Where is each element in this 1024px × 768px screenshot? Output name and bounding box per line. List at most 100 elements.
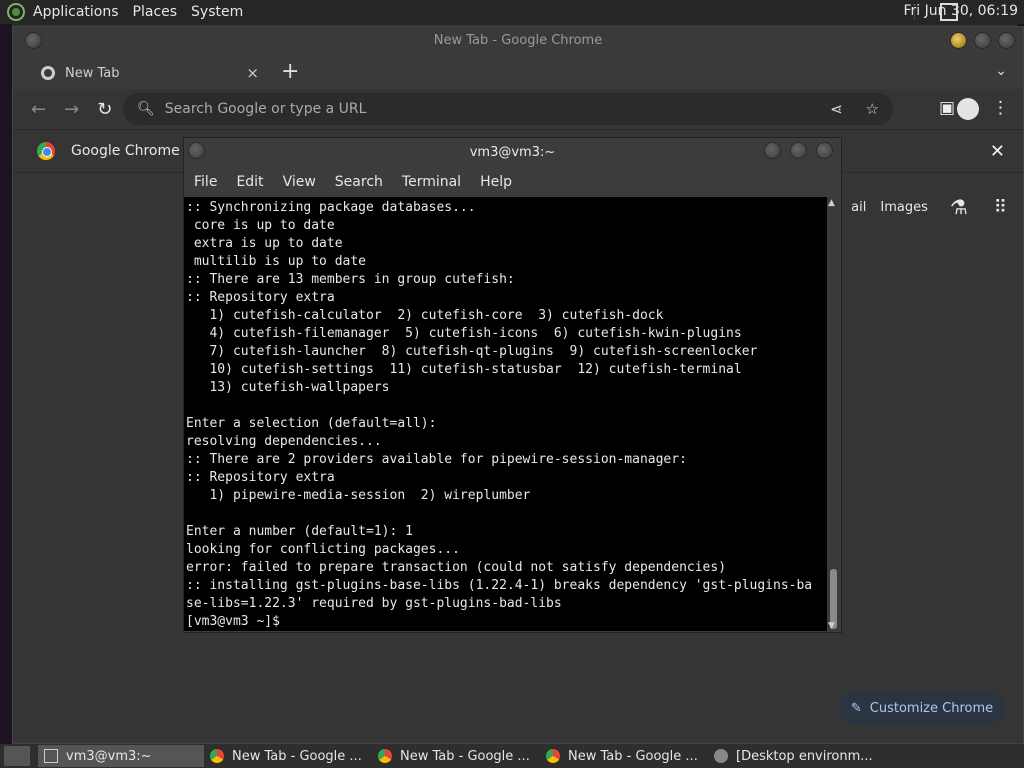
show-desktop-icon[interactable] bbox=[4, 746, 30, 766]
menu-edit[interactable]: Edit bbox=[236, 174, 263, 190]
taskbar-item[interactable]: New Tab - Google ... bbox=[540, 745, 708, 767]
terminal-line: :: installing gst-plugins-base-libs (1.2… bbox=[186, 578, 813, 593]
terminal-maximize-button[interactable] bbox=[790, 142, 807, 159]
chrome-menu-icon[interactable]: ⋮ bbox=[992, 98, 1009, 118]
terminal-line: :: There are 2 providers available for p… bbox=[186, 452, 687, 467]
reload-icon[interactable]: ↻ bbox=[97, 99, 112, 120]
menu-system[interactable]: System bbox=[191, 4, 243, 20]
terminal-scrollbar[interactable]: ▲ ▼ bbox=[827, 197, 839, 631]
terminal-window-menu-button[interactable] bbox=[188, 142, 205, 159]
terminal-line: multilib is up to date bbox=[186, 254, 367, 269]
terminal-line: Enter a number (default=1): 1 bbox=[186, 524, 413, 539]
terminal-line: :: Repository extra bbox=[186, 290, 335, 305]
taskbar-item[interactable]: New Tab - Google ... bbox=[204, 745, 372, 767]
taskbar-item-label: [Desktop environm... bbox=[736, 748, 873, 764]
taskbar-item-label: New Tab - Google ... bbox=[232, 748, 362, 764]
bookmark-star-icon[interactable]: ☆ bbox=[866, 100, 879, 118]
menu-view[interactable]: View bbox=[283, 174, 316, 190]
search-icon: 🔍︎ bbox=[137, 101, 155, 117]
images-link[interactable]: Images bbox=[880, 200, 928, 215]
terminal-icon bbox=[44, 749, 58, 763]
terminal-line: :: Synchronizing package databases... bbox=[186, 200, 476, 215]
taskbar-item[interactable]: [Desktop environm... bbox=[708, 745, 878, 767]
labs-flask-icon[interactable]: ⚗ bbox=[950, 195, 968, 219]
pencil-icon: ✎ bbox=[850, 700, 862, 716]
menu-applications[interactable]: Applications bbox=[33, 4, 119, 20]
chrome-logo-icon bbox=[37, 142, 55, 160]
chrome-window-title: New Tab - Google Chrome bbox=[433, 33, 603, 48]
terminal-minimize-button[interactable] bbox=[764, 142, 781, 159]
menu-file[interactable]: File bbox=[194, 174, 217, 190]
gmail-link[interactable]: ail bbox=[851, 200, 866, 215]
omnibox[interactable]: 🔍︎ Search Google or type a URL ⋖ ☆ bbox=[123, 93, 893, 125]
desktop-background bbox=[0, 24, 12, 744]
terminal-line: 13) cutefish-wallpapers bbox=[186, 380, 390, 395]
terminal-output[interactable]: :: Synchronizing package databases... co… bbox=[184, 197, 827, 631]
maximize-button[interactable] bbox=[974, 32, 991, 49]
tab-search-chevron-icon[interactable]: ⌄ bbox=[995, 63, 1007, 79]
terminal-line: :: Repository extra bbox=[186, 470, 335, 485]
taskbar-item[interactable]: New Tab - Google ... bbox=[372, 745, 540, 767]
tab-title: New Tab bbox=[65, 65, 120, 81]
back-arrow-icon[interactable]: ← bbox=[31, 99, 46, 120]
chrome-icon bbox=[546, 749, 560, 763]
chrome-icon bbox=[210, 749, 224, 763]
terminal-close-button[interactable] bbox=[816, 142, 833, 159]
tab-new-tab[interactable]: New Tab × bbox=[27, 57, 267, 89]
bottom-taskbar: vm3@vm3:~ New Tab - Google ... New Tab - G… bbox=[0, 744, 1024, 768]
terminal-line: Enter a selection (default=all): bbox=[186, 416, 437, 431]
terminal-line: 10) cutefish-settings 11) cutefish-statu… bbox=[186, 362, 742, 377]
menu-help[interactable]: Help bbox=[480, 174, 512, 190]
window-menu-button[interactable] bbox=[25, 32, 42, 49]
terminal-line: [vm3@vm3 ~]$ bbox=[186, 614, 288, 629]
mate-logo-icon[interactable] bbox=[7, 3, 25, 21]
omnibox-actions: ⋖ ☆ bbox=[830, 100, 879, 118]
infobar-text: Google Chrome is bbox=[71, 143, 196, 159]
forward-arrow-icon[interactable]: → bbox=[64, 99, 79, 120]
chrome-icon bbox=[714, 749, 728, 763]
new-tab-button[interactable]: + bbox=[281, 59, 299, 84]
scroll-up-icon[interactable]: ▲ bbox=[828, 198, 835, 208]
tab-close-icon[interactable]: × bbox=[246, 64, 259, 82]
workspace-switcher-icon[interactable] bbox=[940, 3, 958, 21]
menu-search[interactable]: Search bbox=[335, 174, 383, 190]
customize-chrome-button[interactable]: ✎ Customize Chrome bbox=[839, 691, 1005, 725]
profile-avatar-icon[interactable] bbox=[957, 98, 979, 120]
terminal-line: 1) pipewire-media-session 2) wireplumber bbox=[186, 488, 531, 503]
chrome-icon bbox=[41, 66, 55, 80]
taskbar-item[interactable]: vm3@vm3:~ bbox=[38, 745, 204, 767]
menu-terminal[interactable]: Terminal bbox=[402, 174, 461, 190]
menu-places[interactable]: Places bbox=[133, 4, 178, 20]
close-window-button[interactable] bbox=[998, 32, 1015, 49]
terminal-title-bar[interactable]: vm3@vm3:~ bbox=[184, 138, 841, 167]
ntp-header-links: ail Images ⚗ ⠿ bbox=[851, 195, 1007, 219]
terminal-line: 4) cutefish-filemanager 5) cutefish-icon… bbox=[186, 326, 742, 341]
chrome-toolbar: ← → ↻ 🔍︎ Search Google or type a URL ⋖ ☆… bbox=[13, 89, 1023, 129]
taskbar-item-label: New Tab - Google ... bbox=[400, 748, 530, 764]
scrollbar-thumb[interactable] bbox=[830, 569, 837, 629]
minimize-button[interactable] bbox=[950, 32, 967, 49]
taskbar-item-label: vm3@vm3:~ bbox=[66, 748, 152, 764]
customize-label: Customize Chrome bbox=[869, 700, 994, 716]
side-panel-icon[interactable]: ▣ bbox=[939, 98, 955, 118]
scroll-down-icon[interactable]: ▼ bbox=[828, 621, 835, 631]
chrome-title-bar[interactable]: New Tab - Google Chrome bbox=[13, 27, 1023, 55]
top-panel: Applications Places System Fri Jun 30, 0… bbox=[0, 0, 1024, 24]
terminal-line: resolving dependencies... bbox=[186, 434, 382, 449]
terminal-line: extra is up to date bbox=[186, 236, 343, 251]
share-icon[interactable]: ⋖ bbox=[830, 100, 843, 118]
terminal-line: core is up to date bbox=[186, 218, 335, 233]
tab-strip: New Tab × + ⌄ bbox=[13, 55, 1023, 89]
terminal-title: vm3@vm3:~ bbox=[469, 145, 556, 160]
apps-grid-icon[interactable]: ⠿ bbox=[994, 197, 1007, 218]
terminal-line: se-libs=1.22.3' required by gst-plugins-… bbox=[186, 596, 562, 611]
terminal-menubar: File Edit View Search Terminal Help bbox=[184, 167, 841, 197]
chrome-icon bbox=[378, 749, 392, 763]
terminal-line: :: There are 13 members in group cutefis… bbox=[186, 272, 515, 287]
panel-clock[interactable]: Fri Jun 30, 06:19 bbox=[903, 3, 1018, 19]
taskbar-item-label: New Tab - Google ... bbox=[568, 748, 698, 764]
terminal-line: 1) cutefish-calculator 2) cutefish-core … bbox=[186, 308, 664, 323]
infobar-close-icon[interactable]: ✕ bbox=[990, 141, 1005, 162]
